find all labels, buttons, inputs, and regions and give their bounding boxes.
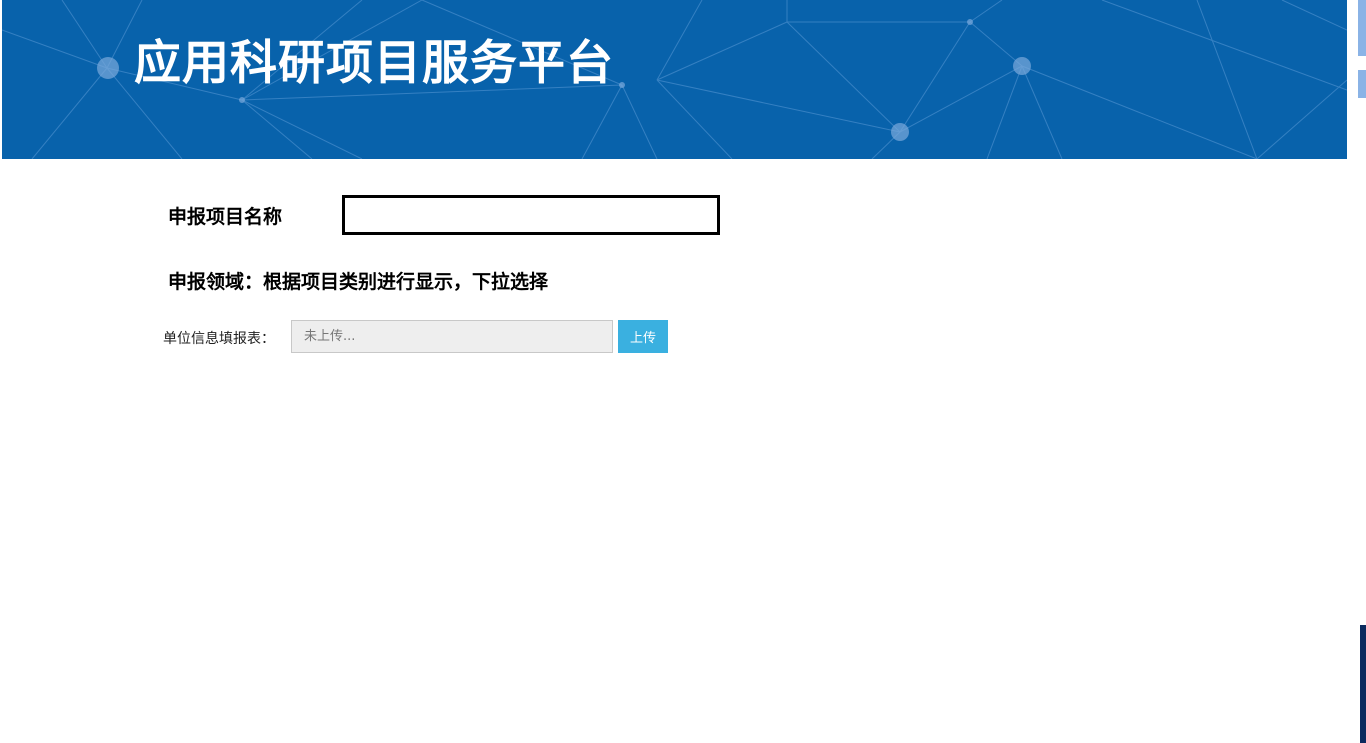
scrollbar-decoration-top <box>1358 0 1366 98</box>
project-name-input[interactable] <box>342 195 720 235</box>
scrollbar-decoration-bottom <box>1360 625 1366 743</box>
platform-title: 应用科研项目服务平台 <box>134 36 614 91</box>
page: 应用科研项目服务平台 申报项目名称 申报领域：根据项目类别进行显示，下拉选择 单… <box>0 0 1366 743</box>
upload-button[interactable]: 上传 <box>618 320 668 353</box>
upload-status-field[interactable] <box>291 320 613 353</box>
project-name-row: 申报项目名称 <box>168 195 282 235</box>
unit-info-upload-row: 单位信息填报表： 上传 <box>163 320 683 353</box>
scrollbar-gap <box>1358 56 1366 70</box>
header-banner: 应用科研项目服务平台 <box>2 0 1347 159</box>
project-name-label: 申报项目名称 <box>168 205 283 228</box>
field-selection-note: 申报领域：根据项目类别进行显示，下拉选择 <box>168 271 549 293</box>
unit-info-upload-label: 单位信息填报表： <box>163 331 275 347</box>
